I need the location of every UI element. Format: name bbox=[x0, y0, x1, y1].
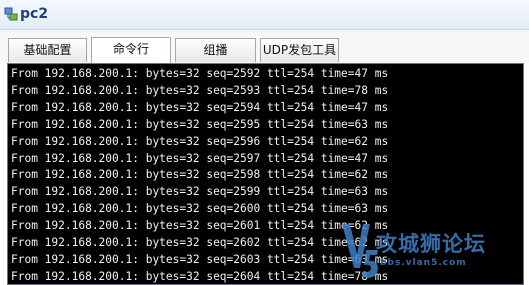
network-pc-icon bbox=[4, 7, 18, 21]
console-line: From 192.168.200.1: bytes=32 seq=2596 tt… bbox=[11, 134, 389, 148]
console-line: From 192.168.200.1: bytes=32 seq=2593 tt… bbox=[11, 83, 389, 97]
console-line: From 192.168.200.1: bytes=32 seq=2594 tt… bbox=[11, 100, 389, 114]
tab-basic-config[interactable]: 基础配置 bbox=[8, 38, 87, 62]
window-titlebar: pc2 bbox=[0, 0, 529, 30]
tab-bar: 基础配置 命令行 组播 UDP发包工具 bbox=[0, 30, 529, 63]
console-line: From 192.168.200.1: bytes=32 seq=2592 tt… bbox=[11, 67, 389, 80]
tab-udp-tool[interactable]: UDP发包工具 bbox=[260, 38, 339, 62]
console-line: From 192.168.200.1: bytes=32 seq=2600 tt… bbox=[11, 202, 389, 216]
console-line: From 192.168.200.1: bytes=32 seq=2602 tt… bbox=[11, 236, 389, 250]
tab-label: UDP发包工具 bbox=[262, 43, 337, 57]
tab-multicast[interactable]: 组播 bbox=[175, 38, 256, 62]
console-line: From 192.168.200.1: bytes=32 seq=2597 tt… bbox=[11, 151, 389, 165]
tab-label: 组播 bbox=[203, 43, 228, 57]
console-line: From 192.168.200.1: bytes=32 seq=2595 tt… bbox=[11, 117, 389, 131]
console-line: From 192.168.200.1: bytes=32 seq=2601 tt… bbox=[11, 219, 389, 233]
tab-command-line[interactable]: 命令行 bbox=[91, 37, 171, 63]
tab-label: 基础配置 bbox=[23, 43, 72, 57]
console-line: From 192.168.200.1: bytes=32 seq=2598 tt… bbox=[11, 168, 389, 182]
command-line-console[interactable]: From 192.168.200.1: bytes=32 seq=2592 tt… bbox=[7, 63, 524, 285]
console-line: From 192.168.200.1: bytes=32 seq=2604 tt… bbox=[11, 269, 389, 283]
console-line: From 192.168.200.1: bytes=32 seq=2599 tt… bbox=[11, 185, 389, 199]
console-line: From 192.168.200.1: bytes=32 seq=2603 tt… bbox=[11, 252, 389, 266]
tab-label: 命令行 bbox=[112, 42, 149, 56]
window-title: pc2 bbox=[20, 6, 49, 22]
